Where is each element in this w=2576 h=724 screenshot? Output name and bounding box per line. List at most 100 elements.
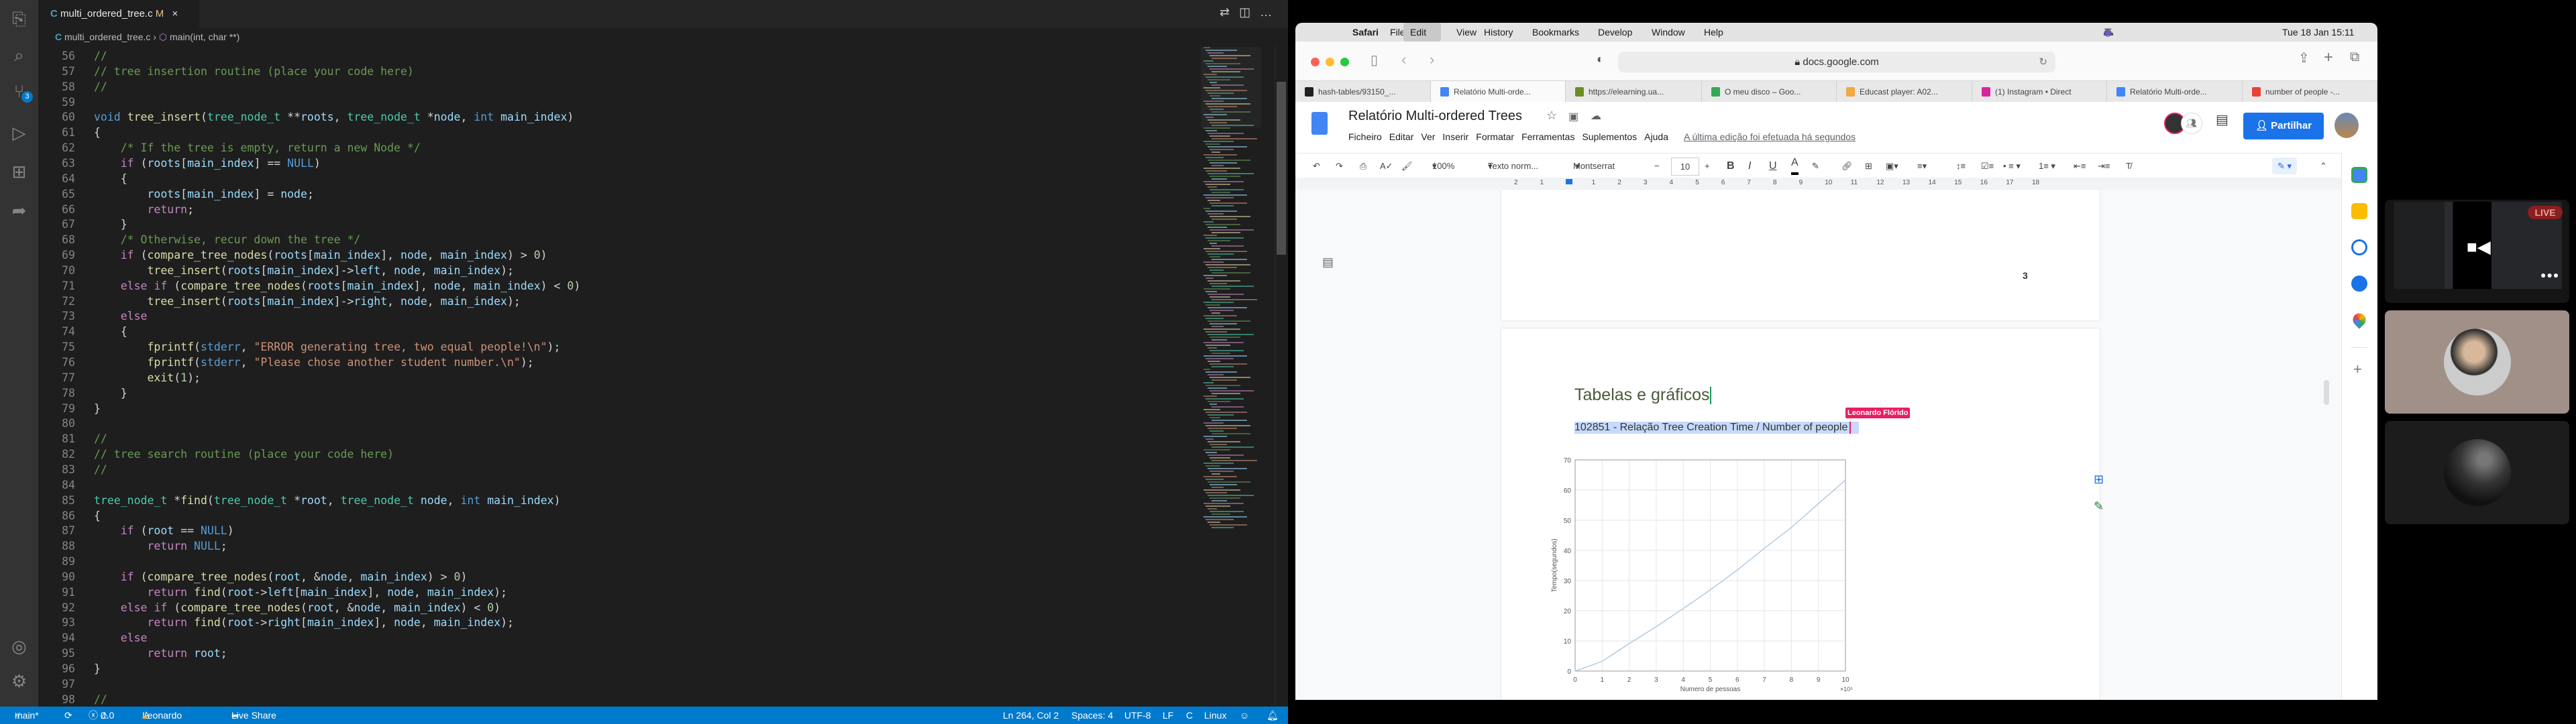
code-line[interactable]: return; [94,203,194,216]
breadcrumb-symbol[interactable]: main(int, char **) [170,32,239,42]
code-line[interactable]: { [94,509,101,522]
reload-icon[interactable]: ↻ [2039,52,2047,72]
open-changes-icon[interactable]: ⇄ [1220,5,1239,19]
tasks-icon[interactable] [2351,239,2367,255]
code-line[interactable]: } [94,387,127,400]
code-line[interactable]: /* Otherwise, recur down the tree */ [94,233,361,246]
docs-menu-ferramentas[interactable]: Ferramentas [1521,131,1574,142]
source-control-icon[interactable]: ⑂ 3 [0,78,38,105]
code-line[interactable]: tree_insert(roots[main_index]->right, no… [94,295,520,308]
font-size-increase[interactable]: + [1705,154,1710,178]
line-spacing-icon[interactable]: ↕≡ [1956,154,1966,178]
clear-formatting-icon[interactable]: T̸ [2126,154,2131,178]
end-of-line[interactable]: LF [1163,707,1173,724]
share-button[interactable]: 👤︎ Partilhar [2243,113,2324,139]
docs-menu-ajuda[interactable]: Ajuda [1644,131,1668,142]
maps-icon[interactable] [2350,310,2369,329]
code-line[interactable]: else [94,310,148,322]
menu-view[interactable]: View [1456,23,1477,42]
docs-menu-ver[interactable]: Ver [1421,131,1435,142]
split-editor-icon[interactable]: ◫ [1239,5,1260,19]
collapse-toolbar-icon[interactable]: ⌃ [2320,154,2327,178]
editing-mode-button[interactable]: ✎ ▾ [2272,158,2298,174]
code-editor[interactable]: 56 // 57 // tree insertion routine (place y… [38,48,1201,707]
document-scrollbar-thumb[interactable] [2324,380,2329,405]
code-line[interactable]: return NULL; [94,540,227,552]
tab-overview-icon[interactable]: ⧉ [2350,50,2359,65]
sync-icon[interactable]: ⟳ [64,707,72,724]
insert-image-icon[interactable]: ▣▾ [1886,154,1898,178]
code-line[interactable]: if (roots[main_index] == NULL) [94,157,321,170]
forward-icon[interactable]: › [1430,51,1434,68]
menu-history[interactable]: History [1484,23,1513,42]
bulleted-list-icon[interactable]: • ≡ ▾ [2003,154,2021,178]
address-bar[interactable]: 🔒︎ docs.google.com ↻ [1618,52,2055,72]
back-icon[interactable]: ‹ [1401,51,1406,68]
chart[interactable]: 0 1 2 3 4 5 6 7 8 9 10 0 10 20 30 40 50 60 70 Tempo(segundo… [1542,449,1917,700]
browser-tab[interactable]: O meu disco – Goo... [1702,81,1837,103]
document-title[interactable]: Relatório Multi-ordered Trees [1348,109,1522,124]
contacts-icon[interactable] [2351,276,2367,292]
browser-tab[interactable]: number of people -... [2243,81,2377,103]
code-line[interactable]: else if (compare_tree_nodes(roots[main_i… [94,280,581,292]
code-line[interactable]: return root; [94,647,227,660]
docs-menu-suplementos[interactable]: Suplementos [1582,131,1637,142]
code-line[interactable]: void tree_insert(tree_node_t **roots, tr… [94,111,574,123]
star-icon[interactable]: ☆ [1546,109,1557,123]
run-debug-icon[interactable]: ▷ [0,119,38,146]
underline-button[interactable]: U [1769,154,1777,178]
code-line[interactable]: { [94,126,101,139]
indentation[interactable]: Spaces: 4 [1071,707,1113,724]
screen-share-tile[interactable]: LIVE ■◀ ●●● [2385,200,2569,303]
decrease-indent-icon[interactable]: ⇤≡ [2074,154,2086,178]
zoom-select[interactable]: 100% ▾ [1432,154,1454,178]
sidebar-icon[interactable]: ▯ [1371,52,1378,68]
code-line[interactable]: // [94,463,107,476]
close-icon[interactable]: × [172,8,178,19]
undo-icon[interactable]: ↶ [1313,154,1320,178]
code-line[interactable]: { [94,172,127,185]
siri-icon[interactable]: ◉ [2104,23,2121,42]
calendar-icon[interactable] [2351,167,2367,183]
link-icon[interactable]: 🔗︎ [1841,154,1853,178]
redo-icon[interactable]: ↷ [1336,154,1343,178]
menu-develop[interactable]: Develop [1598,23,1632,42]
bell-icon[interactable]: 🔔︎ [1267,707,1279,724]
style-select[interactable]: Texto norm... ▾ [1488,154,1538,178]
increase-indent-icon[interactable]: ⇥≡ [2098,154,2110,178]
ruler[interactable]: 2 1 1 2 3 4 5 6 7 8 9 10 11 12 13 14 15 16 17 18 [1295,178,2341,190]
browser-tab[interactable]: Educast player: A02... [1837,81,1972,103]
code-line[interactable]: if (compare_tree_nodes(roots[main_index]… [94,249,547,261]
menu-help[interactable]: Help [1704,23,1723,42]
code-line[interactable]: if (root == NULL) [94,524,234,537]
get-addons-icon[interactable]: + [2353,361,2362,378]
add-comment-float-icon[interactable]: ⊞ [2094,473,2104,487]
code-line[interactable]: // tree insertion routine (place your co… [94,65,414,78]
editor-scrollbar-thumb[interactable] [1277,82,1286,255]
comment-history-icon[interactable]: ▤ [2216,111,2229,128]
section-heading[interactable]: Tabelas e gráficos [1574,385,1711,405]
account-icon[interactable]: ◎ [0,633,38,660]
docs-menu-inserir[interactable]: Inserir [1442,131,1468,142]
share-icon[interactable]: ⇪ [2298,50,2310,66]
numbered-list-icon[interactable]: 1≡ ▾ [2039,154,2055,178]
menu-bookmarks[interactable]: Bookmarks [1532,23,1579,42]
cloud-status-icon[interactable]: ☁ [1591,109,1601,123]
menu-window[interactable]: Window [1652,23,1685,42]
code-line[interactable]: return find(root->right[main_index], nod… [94,616,513,629]
minimap-viewport[interactable] [1201,47,1261,127]
zoom-window-button[interactable] [1340,58,1349,66]
italic-button[interactable]: I [1748,154,1751,178]
move-folder-icon[interactable]: ▣ [1568,110,1578,123]
font-size-decrease[interactable]: − [1654,154,1660,178]
explorer-icon[interactable]: ⎘ [0,5,38,32]
close-window-button[interactable] [1311,58,1320,66]
highlight-icon[interactable]: ✎ [1812,154,1819,178]
code-line[interactable]: { [94,325,127,338]
chart-caption[interactable]: 102851 - Relação Tree Creation Time / Nu… [1574,422,1860,434]
browser-tab[interactable]: https://elearning.ua... [1566,81,1702,103]
code-line[interactable]: roots[main_index] = node; [94,188,313,200]
editor-tab[interactable]: C multi_ordered_tree.c M × [38,0,199,28]
add-comment-icon[interactable]: ⊞ [1865,154,1872,178]
extensions-icon[interactable]: ⊞ [0,158,38,185]
